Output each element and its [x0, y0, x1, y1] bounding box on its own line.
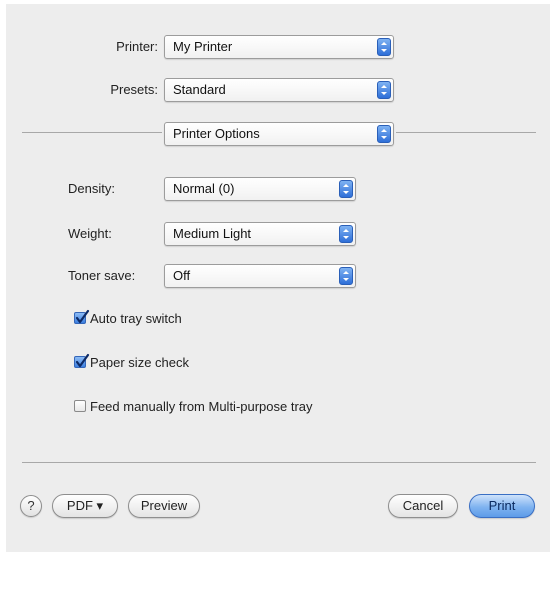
up-down-arrows-icon	[339, 225, 353, 243]
printer-label: Printer:	[116, 39, 158, 54]
print-dialog: Printer: My Printer Presets: Standard Pr…	[6, 4, 550, 552]
checkbox-box[interactable]	[74, 353, 90, 368]
up-down-arrows-icon	[339, 180, 353, 198]
section-popup[interactable]: Printer Options	[164, 122, 394, 146]
cancel-button[interactable]: Cancel	[388, 494, 458, 518]
paper-size-check-label: Paper size check	[90, 355, 189, 370]
up-down-arrows-icon	[377, 38, 391, 56]
help-button[interactable]: ?	[20, 495, 42, 517]
feed-manually-label: Feed manually from Multi-purpose tray	[90, 399, 313, 414]
up-down-arrows-icon	[339, 267, 353, 285]
printer-value: My Printer	[173, 39, 233, 54]
section-separator-left	[22, 132, 162, 133]
toner-save-popup[interactable]: Off	[164, 264, 356, 288]
density-label: Density:	[68, 181, 115, 196]
print-button[interactable]: Print	[469, 494, 535, 518]
checkmark-icon	[75, 309, 90, 324]
presets-popup[interactable]: Standard	[164, 78, 394, 102]
weight-value: Medium Light	[173, 226, 252, 241]
density-value: Normal (0)	[173, 181, 235, 196]
printer-popup[interactable]: My Printer	[164, 35, 394, 59]
footer-separator	[22, 462, 536, 463]
section-separator-right	[396, 132, 536, 133]
checkmark-icon	[75, 353, 90, 368]
up-down-arrows-icon	[377, 125, 391, 143]
auto-tray-switch-label: Auto tray switch	[90, 311, 182, 326]
weight-popup[interactable]: Medium Light	[164, 222, 356, 246]
presets-value: Standard	[173, 82, 226, 97]
preview-button[interactable]: Preview	[128, 494, 200, 518]
weight-label: Weight:	[68, 226, 112, 241]
section-value: Printer Options	[173, 126, 260, 141]
toner-save-label: Toner save:	[68, 268, 136, 283]
checkbox-box[interactable]	[74, 309, 90, 324]
pdf-button[interactable]: PDF ▾	[52, 494, 118, 518]
up-down-arrows-icon	[377, 81, 391, 99]
checkbox-box[interactable]	[74, 400, 86, 412]
presets-label: Presets:	[110, 82, 158, 97]
toner-save-value: Off	[173, 268, 191, 283]
density-popup[interactable]: Normal (0)	[164, 177, 356, 201]
